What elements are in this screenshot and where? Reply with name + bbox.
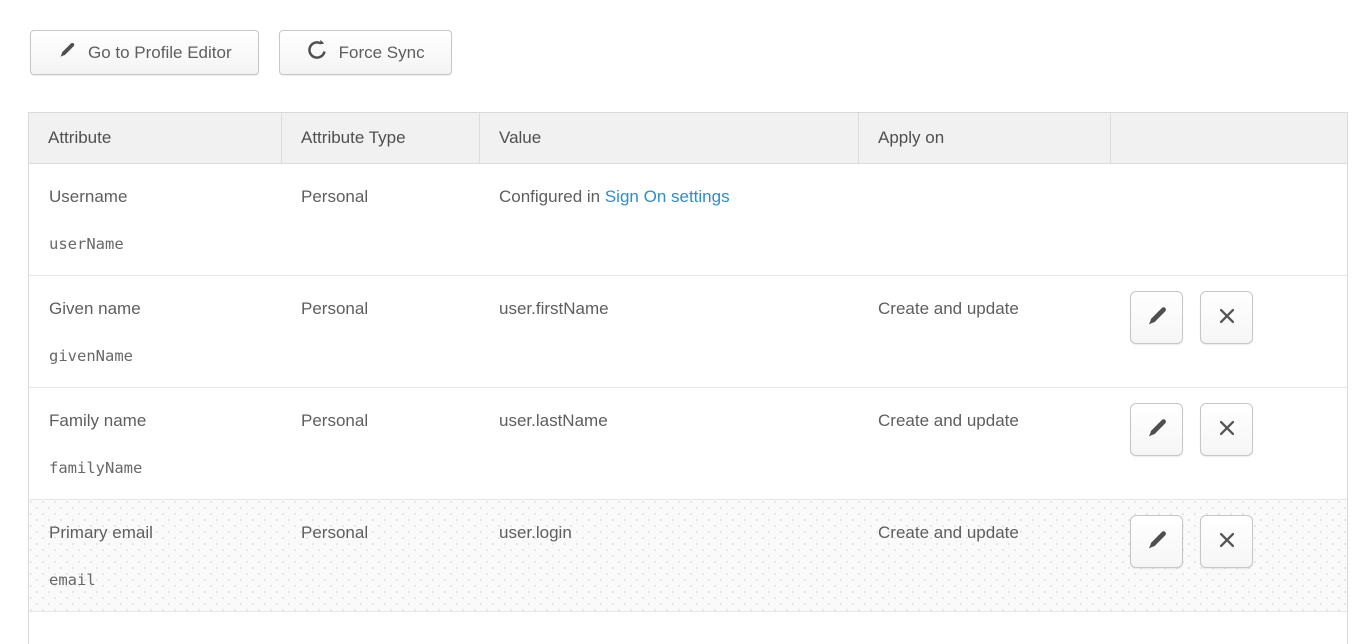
table-header-row: Attribute Attribute Type Value Apply on xyxy=(29,113,1347,164)
edit-attribute-button[interactable] xyxy=(1130,403,1183,456)
column-header-attribute-type: Attribute Type xyxy=(281,113,479,163)
attribute-value: user.login xyxy=(499,523,572,542)
table-row: Primary email email Personal user.login … xyxy=(29,500,1347,612)
remove-attribute-button[interactable] xyxy=(1200,291,1253,344)
column-header-attribute: Attribute xyxy=(29,113,281,163)
x-icon xyxy=(1216,305,1238,330)
column-header-actions xyxy=(1110,113,1347,163)
attribute-code: familyName xyxy=(49,456,271,480)
table-footer-spacer xyxy=(29,612,1347,644)
edit-attribute-button[interactable] xyxy=(1130,291,1183,344)
column-header-value: Value xyxy=(479,113,858,163)
apply-on-value: Create and update xyxy=(878,411,1019,430)
attribute-code: userName xyxy=(49,232,271,256)
refresh-icon xyxy=(306,39,328,66)
force-sync-label: Force Sync xyxy=(339,43,425,63)
edit-attribute-button[interactable] xyxy=(1130,515,1183,568)
page: Go to Profile Editor Force Sync Attribut… xyxy=(0,0,1370,644)
go-to-profile-editor-button[interactable]: Go to Profile Editor xyxy=(30,30,259,75)
sign-on-settings-link[interactable]: Sign On settings xyxy=(605,187,730,206)
attribute-type: Personal xyxy=(301,523,368,542)
toolbar: Go to Profile Editor Force Sync xyxy=(30,30,452,75)
pencil-icon xyxy=(1145,304,1169,331)
remove-attribute-button[interactable] xyxy=(1200,515,1253,568)
remove-attribute-button[interactable] xyxy=(1200,403,1253,456)
pencil-icon xyxy=(57,40,77,65)
table-row: Given name givenName Personal user.first… xyxy=(29,276,1347,388)
column-header-apply-on: Apply on xyxy=(858,113,1110,163)
attribute-label: Primary email xyxy=(49,521,271,545)
pencil-icon xyxy=(1145,416,1169,443)
attribute-type: Personal xyxy=(301,411,368,430)
go-to-profile-editor-label: Go to Profile Editor xyxy=(88,43,232,63)
attribute-label: Username xyxy=(49,185,271,209)
pencil-icon xyxy=(1145,528,1169,555)
attribute-value: Configured in xyxy=(499,187,605,206)
table-row: Family name familyName Personal user.las… xyxy=(29,388,1347,500)
attribute-value: user.lastName xyxy=(499,411,608,430)
x-icon xyxy=(1216,529,1238,554)
attribute-label: Given name xyxy=(49,297,271,321)
apply-on-value: Create and update xyxy=(878,299,1019,318)
table-row: Username userName Personal Configured in… xyxy=(29,164,1347,276)
attribute-mapping-table: Attribute Attribute Type Value Apply on … xyxy=(28,112,1348,644)
x-icon xyxy=(1216,417,1238,442)
attribute-type: Personal xyxy=(301,299,368,318)
attribute-value: user.firstName xyxy=(499,299,609,318)
table-body: Username userName Personal Configured in… xyxy=(29,164,1347,612)
attribute-code: email xyxy=(49,568,271,592)
attribute-type: Personal xyxy=(301,187,368,206)
apply-on-value: Create and update xyxy=(878,523,1019,542)
attribute-label: Family name xyxy=(49,409,271,433)
force-sync-button[interactable]: Force Sync xyxy=(279,30,452,75)
attribute-code: givenName xyxy=(49,344,271,368)
